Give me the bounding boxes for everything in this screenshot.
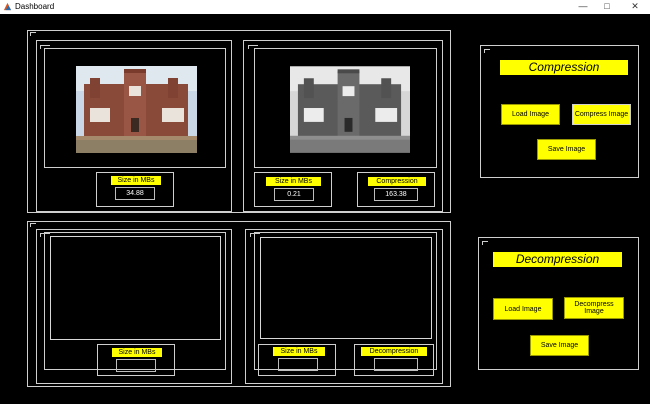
compressed-size-label: Size in MBs — [266, 177, 321, 186]
original-size-label: Size in MBs — [111, 176, 161, 185]
frame-tick — [482, 241, 488, 245]
frame-tick — [30, 223, 36, 227]
bottom-right-image-area — [260, 237, 432, 339]
compression-ratio-value: 163.38 — [374, 188, 418, 201]
decompression-ratio-value — [374, 358, 418, 371]
decompress-image-button[interactable]: Decompress Image — [564, 297, 624, 319]
bottom-right-size-label: Size in MBs — [273, 347, 325, 356]
compression-title: Compression — [500, 60, 628, 75]
compressed-size-value: 0.21 — [274, 188, 314, 201]
title-bar: Dashboard — □ ✕ — [0, 0, 650, 14]
compress-image-button[interactable]: Compress Image — [572, 104, 631, 125]
frame-tick — [484, 49, 490, 53]
close-button[interactable]: ✕ — [624, 0, 646, 14]
app-icon — [3, 2, 12, 11]
compression-save-image-button[interactable]: Save Image — [537, 139, 596, 160]
decompression-ratio-label: Decompression Ratio — [361, 347, 427, 364]
decompression-title: Decompression — [493, 252, 622, 267]
maximize-button[interactable]: □ — [596, 0, 618, 14]
compressed-image — [290, 66, 410, 153]
decompression-save-image-button[interactable]: Save Image — [530, 335, 589, 356]
compression-load-image-button[interactable]: Load Image — [501, 104, 560, 125]
minimize-button[interactable]: — — [572, 0, 594, 14]
decompression-load-image-button[interactable]: Load Image — [493, 298, 553, 320]
original-size-value: 34.88 — [115, 187, 155, 200]
original-image — [76, 66, 197, 153]
bottom-right-size-value — [278, 358, 318, 371]
frame-tick — [30, 32, 36, 36]
window-title: Dashboard — [15, 2, 55, 11]
bottom-left-size-label: Size in MBs — [112, 348, 162, 357]
bottom-left-size-value — [116, 359, 156, 372]
compression-ratio-label: Compression Ratio — [368, 177, 426, 194]
bottom-left-image-area — [50, 236, 221, 340]
